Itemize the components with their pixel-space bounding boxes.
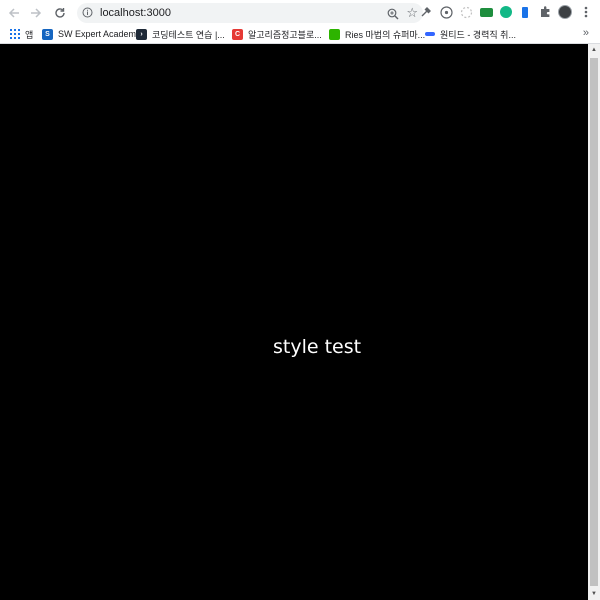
extension-green-icon[interactable] [479, 5, 493, 19]
ries-icon [329, 28, 340, 40]
bookmark-label: 원티드 - 경력직 취... [440, 29, 516, 40]
reload-icon [55, 7, 65, 18]
style-test-text: style test [273, 336, 362, 358]
site-info-icon[interactable] [82, 7, 93, 18]
reload-button[interactable] [50, 3, 70, 23]
menu-kebab-icon[interactable] [579, 5, 593, 19]
browser-window: localhost:3000 ☆ 앱 S SW Expert Academy ›… [0, 0, 600, 600]
browser-toolbar: localhost:3000 ☆ [0, 0, 600, 25]
eyedropper-extension-icon[interactable] [419, 5, 433, 19]
bookmark-wanted[interactable]: 원티드 - 경력직 취... [424, 27, 516, 41]
bookmark-swea[interactable]: S SW Expert Academy [42, 27, 141, 41]
c-logo-icon: C [232, 28, 243, 40]
arrow-left-icon [8, 7, 19, 18]
bookmark-label: 앱 [25, 29, 34, 40]
url-text[interactable]: localhost:3000 [100, 7, 171, 19]
bookmarks-bar: 앱 S SW Expert Academy › 코딩테스트 연습 |... C … [0, 25, 600, 44]
bookmark-algorithm-blog[interactable]: C 알고리즘정고블로... [232, 27, 322, 41]
vertical-scrollbar[interactable]: ▲ ▼ [588, 44, 600, 600]
arrow-right-icon [31, 7, 42, 18]
bookmark-star-icon[interactable]: ☆ [406, 5, 418, 21]
back-button[interactable] [4, 3, 24, 23]
scroll-down-arrow-icon[interactable]: ▼ [588, 588, 600, 600]
programmers-icon: › [136, 28, 147, 40]
extension-blue-icon[interactable] [518, 5, 532, 19]
profile-avatar[interactable] [558, 5, 572, 19]
zoom-icon[interactable] [387, 7, 399, 19]
swea-icon: S [42, 28, 53, 40]
bookmark-ries[interactable]: Ries 마법의 슈퍼마... [329, 27, 425, 41]
address-bar[interactable]: localhost:3000 ☆ [77, 2, 423, 23]
bookmark-label: SW Expert Academy [58, 29, 141, 39]
scrollbar-thumb[interactable] [590, 58, 598, 586]
extensions-puzzle-icon[interactable] [538, 5, 552, 19]
extension-teal-icon[interactable] [499, 5, 513, 19]
extension-loading-icon[interactable] [459, 5, 473, 19]
page-viewport: style test [0, 44, 588, 600]
apps-grid-icon [9, 29, 20, 40]
bookmark-programmers[interactable]: › 코딩테스트 연습 |... [136, 27, 225, 41]
extension-circle-icon[interactable] [439, 5, 453, 19]
bookmark-label: Ries 마법의 슈퍼마... [345, 29, 426, 40]
bookmark-apps[interactable]: 앱 [9, 27, 33, 41]
wanted-icon [424, 29, 435, 40]
more-bookmarks-button[interactable]: » [583, 27, 589, 39]
scroll-up-arrow-icon[interactable]: ▲ [588, 44, 600, 56]
bookmark-label: 코딩테스트 연습 |... [152, 29, 225, 40]
bookmark-label: 알고리즘정고블로... [248, 29, 322, 40]
forward-button[interactable] [26, 3, 46, 23]
